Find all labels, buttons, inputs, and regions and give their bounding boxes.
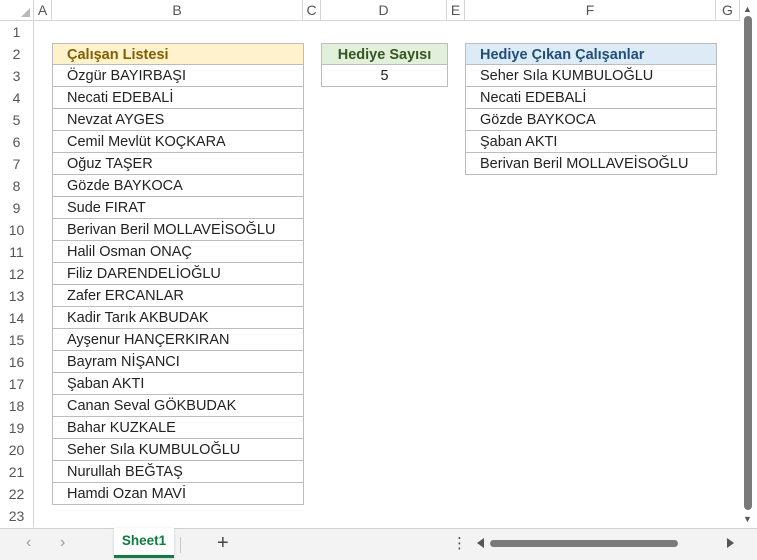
gift-winner-name-cell[interactable]: Gözde BAYKOCA <box>465 109 717 131</box>
vertical-scrollbar[interactable]: ▲ ▼ <box>740 0 757 528</box>
gift-winner-name-cell[interactable]: Şaban AKTI <box>465 131 717 153</box>
select-all-triangle-icon <box>21 8 30 17</box>
employee-name-cell[interactable]: Necati EDEBALİ <box>52 87 304 109</box>
row-header-19[interactable]: 19 <box>0 417 34 439</box>
employee-name-cell[interactable]: Nurullah BEĞTAŞ <box>52 461 304 483</box>
employee-name-cell[interactable]: Cemil Mevlüt KOÇKARA <box>52 131 304 153</box>
employee-list-header[interactable]: Çalışan Listesi <box>52 43 304 65</box>
employee-name-cell[interactable]: Şaban AKTI <box>52 373 304 395</box>
row-header-7[interactable]: 7 <box>0 153 34 175</box>
scroll-up-arrow-icon[interactable]: ▲ <box>743 4 752 14</box>
employee-name-cell[interactable]: Filiz DARENDELİOĞLU <box>52 263 304 285</box>
gift-count-header[interactable]: Hediye Sayısı <box>321 43 448 65</box>
employee-name-cell[interactable]: Hamdi Ozan MAVİ <box>52 483 304 505</box>
employee-name-cell[interactable]: Kadir Tarık AKBUDAK <box>52 307 304 329</box>
scroll-down-arrow-icon[interactable]: ▼ <box>743 514 752 524</box>
row-header-21[interactable]: 21 <box>0 461 34 483</box>
scroll-right-arrow-icon[interactable] <box>727 538 734 548</box>
column-header-b[interactable]: B <box>52 0 303 21</box>
sheet-tab-sheet1[interactable]: Sheet1 <box>114 528 174 558</box>
column-header-g[interactable]: G <box>716 0 740 21</box>
vertical-scroll-thumb[interactable] <box>744 16 752 510</box>
row-header-5[interactable]: 5 <box>0 109 34 131</box>
employee-name-cell[interactable]: Nevzat AYGES <box>52 109 304 131</box>
row-header-16[interactable]: 16 <box>0 351 34 373</box>
row-header-14[interactable]: 14 <box>0 307 34 329</box>
column-header-c[interactable]: C <box>303 0 321 21</box>
employee-name-cell[interactable]: Sude FIRAT <box>52 197 304 219</box>
column-header-a[interactable]: A <box>34 0 52 21</box>
more-vertical-icon[interactable]: ⋮ <box>452 534 467 552</box>
gift-winners-header[interactable]: Hediye Çıkan Çalışanlar <box>465 43 717 65</box>
employee-name-cell[interactable]: Berivan Beril MOLLAVEİSOĞLU <box>52 219 304 241</box>
chevron-left-icon[interactable]: ‹ <box>26 534 31 552</box>
row-header-6[interactable]: 6 <box>0 131 34 153</box>
row-header-4[interactable]: 4 <box>0 87 34 109</box>
row-header-12[interactable]: 12 <box>0 263 34 285</box>
row-header-13[interactable]: 13 <box>0 285 34 307</box>
row-header-20[interactable]: 20 <box>0 439 34 461</box>
gift-winner-name-cell[interactable]: Seher Sıla KUMBULOĞLU <box>465 65 717 87</box>
row-header-22[interactable]: 22 <box>0 483 34 505</box>
gift-winner-name-cell[interactable]: Berivan Beril MOLLAVEİSOĞLU <box>465 153 717 175</box>
employee-name-cell[interactable]: Özgür BAYIRBAŞI <box>52 65 304 87</box>
row-header-3[interactable]: 3 <box>0 65 34 87</box>
row-header-2[interactable]: 2 <box>0 43 34 65</box>
row-header-23[interactable]: 23 <box>0 505 34 527</box>
gift-count-value[interactable]: 5 <box>321 65 448 87</box>
row-header-8[interactable]: 8 <box>0 175 34 197</box>
column-header-d[interactable]: D <box>321 0 447 21</box>
row-header-17[interactable]: 17 <box>0 373 34 395</box>
employee-name-cell[interactable]: Halil Osman ONAÇ <box>52 241 304 263</box>
row-header-10[interactable]: 10 <box>0 219 34 241</box>
spreadsheet-grid[interactable]: ABCDEFG 1 2 3 4 5 6 7 8 9 10 11 12 13 14 15 16 17 18 19 20 2… <box>0 0 740 528</box>
row-header-11[interactable]: 11 <box>0 241 34 263</box>
column-header-f[interactable]: F <box>465 0 716 21</box>
row-header-1[interactable]: 1 <box>0 21 34 43</box>
employee-name-cell[interactable]: Zafer ERCANLAR <box>52 285 304 307</box>
column-header-e[interactable]: E <box>447 0 465 21</box>
horizontal-scroll-thumb[interactable] <box>490 540 678 547</box>
select-all-corner[interactable] <box>0 0 34 21</box>
row-header-9[interactable]: 9 <box>0 197 34 219</box>
scroll-left-arrow-icon[interactable] <box>477 538 484 548</box>
row-header-15[interactable]: 15 <box>0 329 34 351</box>
employee-name-cell[interactable]: Gözde BAYKOCA <box>52 175 304 197</box>
employee-name-cell[interactable]: Bahar KUZKALE <box>52 417 304 439</box>
chevron-right-icon[interactable]: › <box>60 534 65 552</box>
employee-name-cell[interactable]: Bayram NİŞANCI <box>52 351 304 373</box>
add-sheet-button[interactable]: + <box>217 532 229 555</box>
employee-name-cell[interactable]: Canan Seval GÖKBUDAK <box>52 395 304 417</box>
tab-separator <box>180 537 181 553</box>
row-header-18[interactable]: 18 <box>0 395 34 417</box>
employee-name-cell[interactable]: Oğuz TAŞER <box>52 153 304 175</box>
gift-winner-name-cell[interactable]: Necati EDEBALİ <box>465 87 717 109</box>
employee-name-cell[interactable]: Ayşenur HANÇERKIRAN <box>52 329 304 351</box>
sheet-tab-bar: ‹ › Sheet1 + ⋮ <box>0 528 757 560</box>
employee-name-cell[interactable]: Seher Sıla KUMBULOĞLU <box>52 439 304 461</box>
